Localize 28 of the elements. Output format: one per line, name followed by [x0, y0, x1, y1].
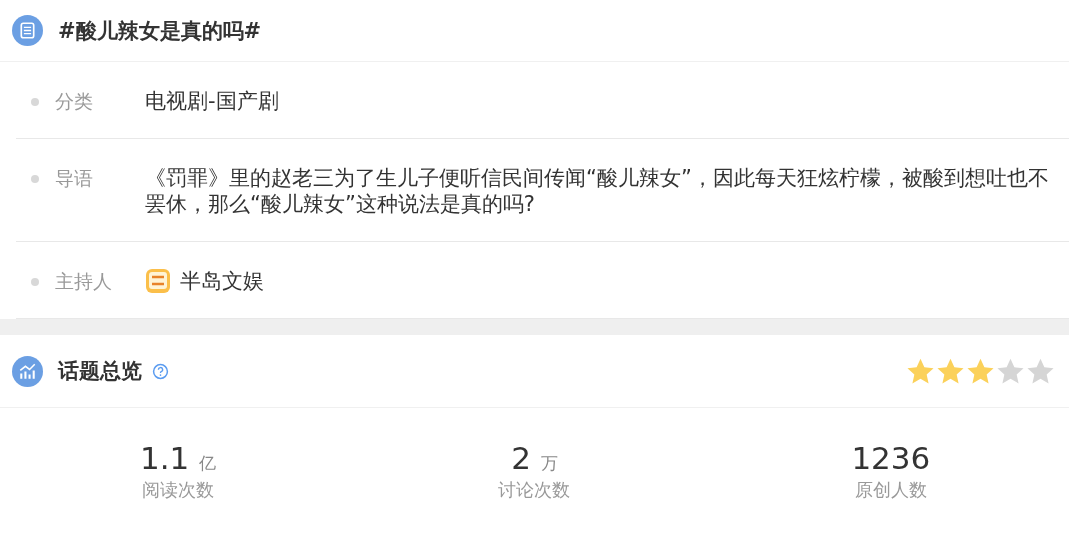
chart-icon — [12, 355, 43, 387]
list-icon — [12, 15, 43, 46]
stat-number: 2 — [511, 440, 531, 476]
topic-title: #酸儿辣女是真的吗# — [58, 17, 262, 45]
stat-unit: 亿 — [199, 452, 217, 475]
star-icon — [1026, 356, 1055, 386]
star-icon — [936, 356, 965, 386]
star-icon — [996, 356, 1025, 386]
avatar-icon — [145, 268, 171, 294]
field-value: 《罚罪》里的赵老三为了生儿子便听信民间传闻“酸儿辣女”，因此每天狂炫柠檬，被酸到想吐也不罢休，那么“酸儿辣女”这种说法是真的吗? — [145, 165, 1050, 217]
host-name[interactable]: 半岛文娱 — [180, 268, 264, 294]
field-label: 主持人 — [55, 269, 113, 294]
stat-label: 阅读次数 — [142, 478, 215, 502]
bullet-icon — [31, 98, 39, 106]
field-label: 导语 — [55, 166, 94, 191]
bullet-icon — [31, 175, 39, 183]
help-icon[interactable] — [152, 362, 169, 380]
stat-number: 1236 — [851, 440, 931, 476]
stat-label: 讨论次数 — [498, 478, 571, 502]
bullet-icon — [31, 278, 39, 286]
stat-number: 1.1 — [140, 440, 190, 476]
stat-label: 原创人数 — [854, 478, 927, 502]
field-label: 分类 — [55, 89, 94, 114]
section-title: 话题总览 — [58, 358, 142, 385]
star-icon — [966, 356, 995, 386]
stat-unit: 万 — [540, 452, 558, 475]
star-icon — [906, 356, 935, 386]
field-value: 电视剧-国产剧 — [145, 88, 279, 114]
